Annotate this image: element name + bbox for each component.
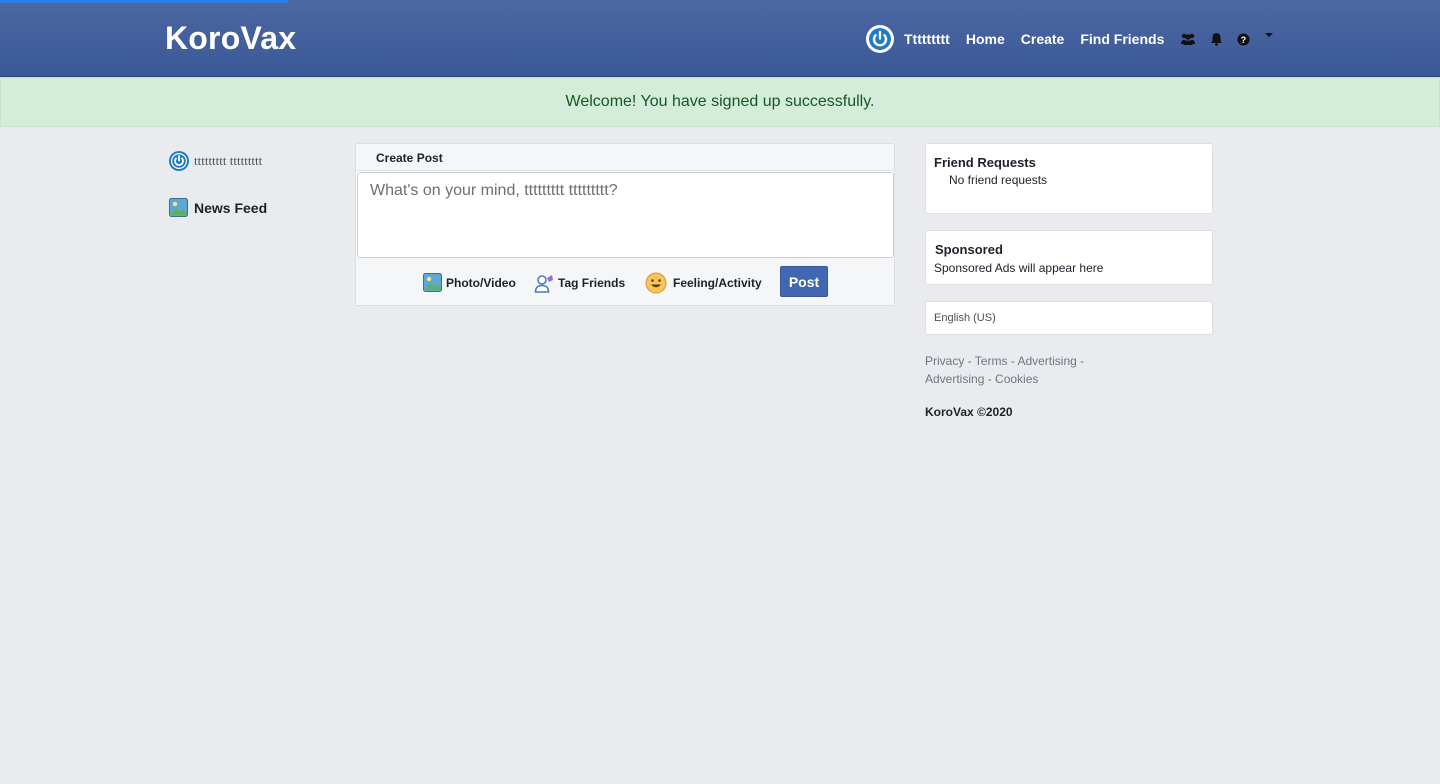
post-textarea[interactable]: What's on your mind, ttttttttt ttttttttt… <box>357 172 894 258</box>
sponsored-card: Sponsored Sponsored Ads will appear here <box>925 230 1213 285</box>
tag-friends-label: Tag Friends <box>558 276 626 290</box>
photo-icon <box>423 273 442 292</box>
sponsored-title: Sponsored <box>935 242 1003 257</box>
language-link[interactable]: English (US) <box>934 312 996 324</box>
sidebar-user-name[interactable]: ttttttttt ttttttttt <box>194 153 262 169</box>
top-navbar: KoroVax Ttttttttt Home Create Find Frien… <box>0 0 1440 77</box>
tag-friends-button[interactable]: Tag Friends <box>534 273 625 293</box>
bell-icon[interactable] <box>1210 32 1223 46</box>
news-feed-icon <box>169 198 188 217</box>
caret-down-icon[interactable] <box>1264 32 1274 38</box>
nav-username[interactable]: Ttttttttt <box>904 31 950 47</box>
help-icon[interactable]: ? <box>1237 33 1250 46</box>
footer-links-line-2[interactable]: Advertising - Cookies <box>925 370 1105 388</box>
sponsored-body: Sponsored Ads will appear here <box>934 261 1104 275</box>
friends-icon[interactable] <box>1180 32 1196 46</box>
feeling-activity-button[interactable]: Feeling/Activity <box>645 272 762 294</box>
photo-video-button[interactable]: Photo/Video <box>423 273 516 292</box>
power-icon <box>169 151 189 171</box>
smiley-icon <box>645 272 667 294</box>
avatar[interactable] <box>866 25 894 53</box>
feeling-activity-label: Feeling/Activity <box>673 276 762 290</box>
friend-requests-title: Friend Requests <box>934 155 1036 170</box>
copyright: KoroVax ©2020 <box>925 405 1013 419</box>
create-post-header: Create Post <box>356 144 894 171</box>
alert-message: Welcome! You have signed up successfully… <box>565 93 875 110</box>
friend-requests-card: Friend Requests No friend requests <box>925 143 1213 214</box>
nav-find-friends-link[interactable]: Find Friends <box>1080 31 1164 47</box>
brand-logo[interactable]: KoroVax <box>165 20 296 57</box>
power-icon <box>867 26 893 52</box>
post-button[interactable]: Post <box>780 266 828 297</box>
footer-links: Privacy - Terms - Advertising - Advertis… <box>925 352 1105 388</box>
loading-progress-bar <box>0 0 288 3</box>
sidebar-item-news-feed[interactable]: News Feed <box>169 198 267 217</box>
footer-links-line-1[interactable]: Privacy - Terms - Advertising - <box>925 352 1105 370</box>
photo-video-label: Photo/Video <box>446 275 516 290</box>
nav-create-link[interactable]: Create <box>1021 31 1065 47</box>
tag-friends-icon <box>534 275 553 293</box>
svg-text:?: ? <box>1241 35 1247 45</box>
success-alert: Welcome! You have signed up successfully… <box>0 77 1440 127</box>
create-post-card: Create Post What's on your mind, ttttttt… <box>355 143 895 306</box>
nav-home-link[interactable]: Home <box>966 31 1005 47</box>
language-card: English (US) <box>925 301 1213 335</box>
nav-right: Ttttttttt Home Create Find Friends ? <box>866 24 1288 54</box>
sidebar-item-label[interactable]: News Feed <box>194 200 267 216</box>
friend-requests-empty: No friend requests <box>949 173 1048 187</box>
sidebar-user-profile[interactable]: ttttttttt ttttttttt <box>168 150 262 172</box>
post-actions-bar: Photo/Video Tag Friends Feeling/Activity… <box>356 258 894 305</box>
